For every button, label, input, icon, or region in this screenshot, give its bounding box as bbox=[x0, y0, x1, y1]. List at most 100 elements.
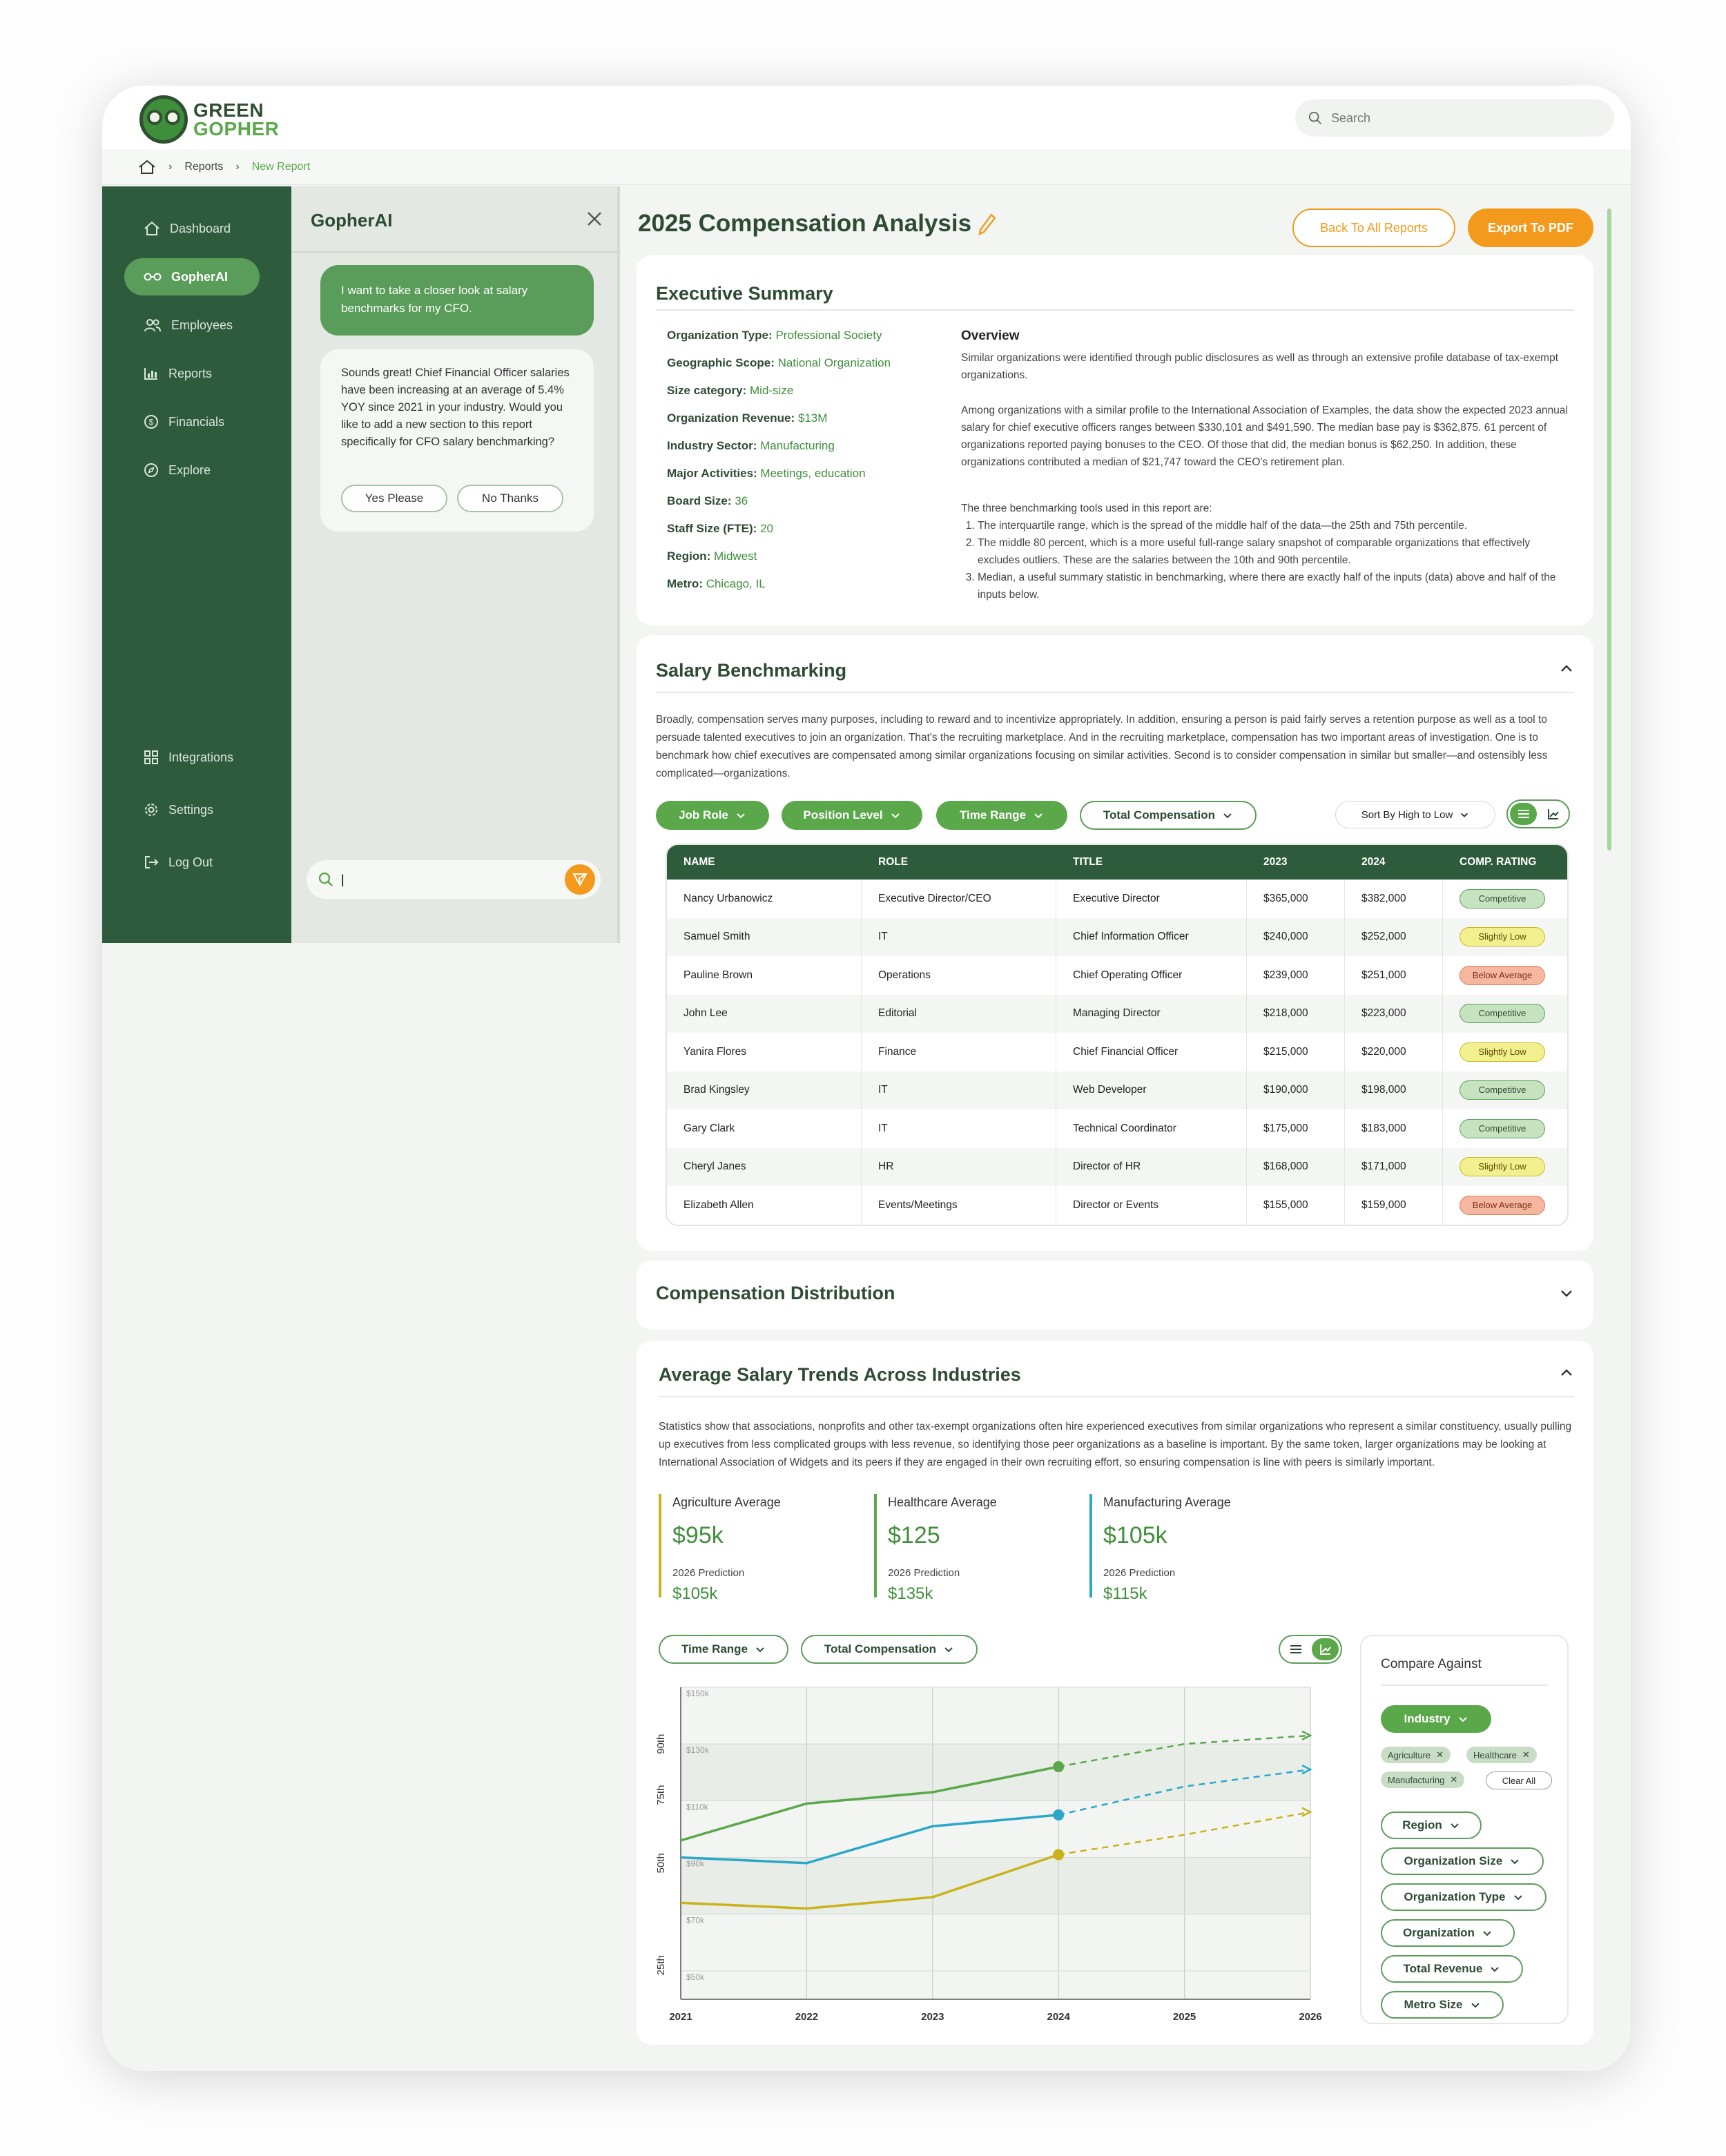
search-input[interactable] bbox=[1331, 110, 1593, 126]
filter-total-compensation[interactable]: Total Compensation bbox=[1080, 801, 1257, 830]
table-row[interactable]: Elizabeth Allen Events/Meetings Director o… bbox=[667, 1186, 1567, 1225]
sidebar-item-employees[interactable]: Employees bbox=[124, 307, 260, 344]
table-cell-rating: Competitive bbox=[1443, 994, 1567, 1033]
sidebar-item-gopherai[interactable]: GopherAI bbox=[124, 258, 260, 295]
column-header[interactable]: COMP. RATING bbox=[1443, 845, 1567, 880]
send-button[interactable] bbox=[565, 864, 595, 895]
pencil-icon[interactable] bbox=[978, 213, 997, 236]
table-cell-role: IT bbox=[862, 1109, 1056, 1148]
column-header[interactable]: 2023 bbox=[1247, 845, 1345, 880]
table-cell-y2023: $365,000 bbox=[1247, 880, 1345, 918]
x-tick-label: 2025 bbox=[1173, 2011, 1196, 2023]
chevron-up-icon[interactable] bbox=[1559, 1366, 1574, 1381]
chevron-down-icon bbox=[1223, 813, 1232, 819]
sidebar-item-financials[interactable]: $ Financials bbox=[124, 403, 260, 440]
list-view-button[interactable] bbox=[1510, 803, 1537, 825]
table-cell-y2023: $218,000 bbox=[1247, 994, 1345, 1033]
chevron-down-icon bbox=[737, 813, 745, 819]
line-chart-icon bbox=[1547, 809, 1559, 819]
column-header[interactable]: 2024 bbox=[1345, 845, 1443, 880]
apps-icon bbox=[144, 750, 158, 764]
table-cell-rating: Slightly Low bbox=[1443, 917, 1567, 956]
glasses-icon bbox=[144, 273, 162, 281]
fact-industry-sector: Industry Sector: Manufacturing bbox=[667, 439, 835, 452]
table-cell-title: Director or Events bbox=[1056, 1186, 1247, 1225]
total-revenue-dropdown[interactable]: Total Revenue bbox=[1381, 1955, 1523, 1983]
industry-dropdown[interactable]: Industry bbox=[1381, 1705, 1491, 1733]
chevron-down-icon bbox=[1513, 1895, 1522, 1901]
breadcrumb-current: New Report bbox=[251, 160, 311, 173]
trend-filter-total-compensation[interactable]: Total Compensation bbox=[801, 1635, 978, 1664]
sidebar-item-label: Financials bbox=[168, 414, 225, 429]
trend-view-toggle[interactable] bbox=[1279, 1635, 1342, 1664]
table-cell-name: Elizabeth Allen bbox=[667, 1186, 862, 1225]
organization-type-dropdown[interactable]: Organization Type bbox=[1381, 1883, 1546, 1911]
gopherai-panel: GopherAI I want to take a closer look at… bbox=[291, 186, 620, 943]
column-header[interactable]: NAME bbox=[667, 845, 862, 880]
filter-position-level[interactable]: Position Level bbox=[782, 801, 922, 830]
no-thanks-button[interactable]: No Thanks bbox=[457, 485, 563, 512]
export-pdf-button[interactable]: Export To PDF bbox=[1468, 208, 1593, 247]
table-row[interactable]: John Lee Editorial Managing Director $218,0… bbox=[667, 994, 1567, 1033]
organization-dropdown[interactable]: Organization bbox=[1381, 1919, 1515, 1947]
chat-input-box[interactable] bbox=[307, 860, 601, 899]
breadcrumb-reports[interactable]: Reports bbox=[184, 161, 223, 173]
table-row[interactable]: Yanira Flores Finance Chief Financial Offi… bbox=[667, 1033, 1567, 1071]
table-cell-title: Chief Financial Officer bbox=[1056, 1033, 1247, 1071]
close-icon[interactable]: ✕ bbox=[1450, 1774, 1457, 1785]
search-box[interactable] bbox=[1295, 99, 1614, 137]
chart-band bbox=[681, 1914, 1310, 1971]
back-to-reports-button[interactable]: Back To All Reports bbox=[1292, 208, 1455, 247]
clear-all-button[interactable]: Clear All bbox=[1486, 1771, 1552, 1789]
filter-time-range[interactable]: Time Range bbox=[936, 801, 1067, 830]
sidebar-item-integrations[interactable]: Integrations bbox=[124, 739, 260, 776]
sidebar-item-logout[interactable]: Log Out bbox=[124, 844, 260, 881]
fact-staff-size: Staff Size (FTE): 20 bbox=[667, 522, 773, 535]
table-cell-role: IT bbox=[862, 1071, 1056, 1109]
organization-size-dropdown[interactable]: Organization Size bbox=[1381, 1847, 1544, 1875]
stat-agriculture: Agriculture Average $95k 2026 Prediction… bbox=[659, 1494, 781, 1603]
column-header[interactable]: ROLE bbox=[862, 845, 1056, 880]
filter-label: Organization Size bbox=[1404, 1854, 1503, 1867]
table-row[interactable]: Brad Kingsley IT Web Developer $190,000 $198… bbox=[667, 1071, 1567, 1109]
chevron-down-icon[interactable] bbox=[1559, 1285, 1574, 1301]
chevron-up-icon[interactable] bbox=[1559, 661, 1574, 677]
filter-job-role[interactable]: Job Role bbox=[656, 801, 769, 830]
column-header[interactable]: TITLE bbox=[1056, 845, 1247, 880]
chat-input[interactable] bbox=[341, 872, 548, 887]
list-view-button[interactable] bbox=[1282, 1638, 1309, 1660]
close-icon[interactable]: ✕ bbox=[1522, 1749, 1530, 1760]
fact-major-activities: Major Activities: Meetings, education bbox=[667, 467, 866, 480]
overview-title: Overview bbox=[961, 329, 1020, 343]
sidebar-item-dashboard[interactable]: Dashboard bbox=[124, 210, 260, 247]
table-cell-y2024: $382,000 bbox=[1345, 880, 1443, 918]
sort-dropdown[interactable]: Sort By High to Low bbox=[1335, 801, 1495, 828]
sidebar-item-reports[interactable]: Reports bbox=[124, 355, 260, 392]
sidebar-item-explore[interactable]: Explore bbox=[124, 451, 260, 489]
yes-please-button[interactable]: Yes Please bbox=[341, 485, 447, 512]
table-cell-title: Managing Director bbox=[1056, 994, 1247, 1033]
chart-view-button[interactable] bbox=[1312, 1638, 1339, 1660]
sidebar-item-label: GopherAI bbox=[171, 269, 229, 284]
home-icon[interactable] bbox=[138, 159, 156, 175]
sidebar-item-settings[interactable]: Settings bbox=[124, 791, 260, 828]
table-row[interactable]: Cheryl Janes HR Director of HR $168,000 $171… bbox=[667, 1147, 1567, 1186]
scrollbar-thumb[interactable] bbox=[1607, 208, 1611, 851]
view-toggle[interactable] bbox=[1506, 799, 1570, 828]
executive-summary-card: Executive Summary Organization Type: Pro… bbox=[637, 255, 1593, 625]
table-row[interactable]: Gary Clark IT Technical Coordinator $175,00… bbox=[667, 1109, 1567, 1148]
metro-size-dropdown[interactable]: Metro Size bbox=[1381, 1991, 1504, 2019]
compensation-distribution-card[interactable]: Compensation Distribution bbox=[637, 1261, 1593, 1330]
table-row[interactable]: Samuel Smith IT Chief Information Officer $… bbox=[667, 917, 1567, 956]
table-row[interactable]: Pauline Brown Operations Chief Operating O… bbox=[667, 956, 1567, 995]
page-title: 2025 Compensation Analysis bbox=[638, 210, 972, 237]
table-cell-y2024: $223,000 bbox=[1345, 994, 1443, 1033]
region-dropdown[interactable]: Region bbox=[1381, 1812, 1482, 1839]
list-icon bbox=[1290, 1645, 1301, 1653]
brand-logo[interactable]: GREEN GOPHER bbox=[139, 95, 279, 144]
table-row[interactable]: Nancy Urbanowicz Executive Director/CEO Ex… bbox=[667, 880, 1567, 918]
close-icon[interactable] bbox=[585, 210, 603, 228]
chart-view-button[interactable] bbox=[1540, 803, 1567, 825]
close-icon[interactable]: ✕ bbox=[1436, 1749, 1444, 1760]
trend-filter-time-range[interactable]: Time Range bbox=[659, 1635, 788, 1664]
